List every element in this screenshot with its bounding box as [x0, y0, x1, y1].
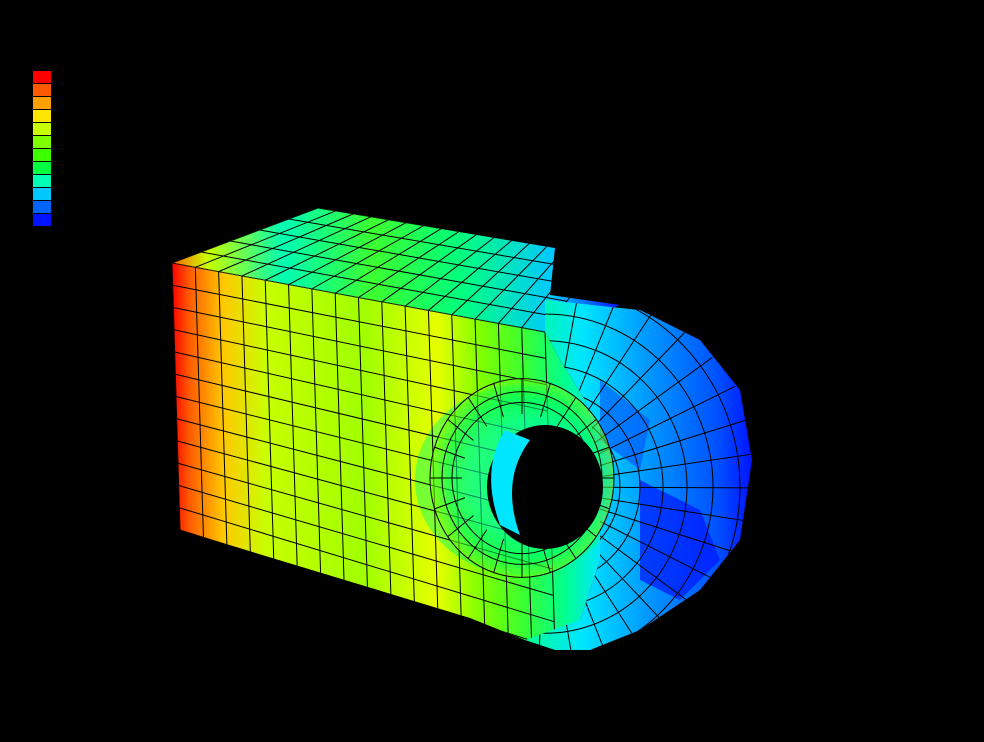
fea-viewport[interactable] [0, 0, 984, 742]
pin-hole [429, 378, 615, 578]
fea-mesh-model[interactable] [0, 0, 984, 742]
